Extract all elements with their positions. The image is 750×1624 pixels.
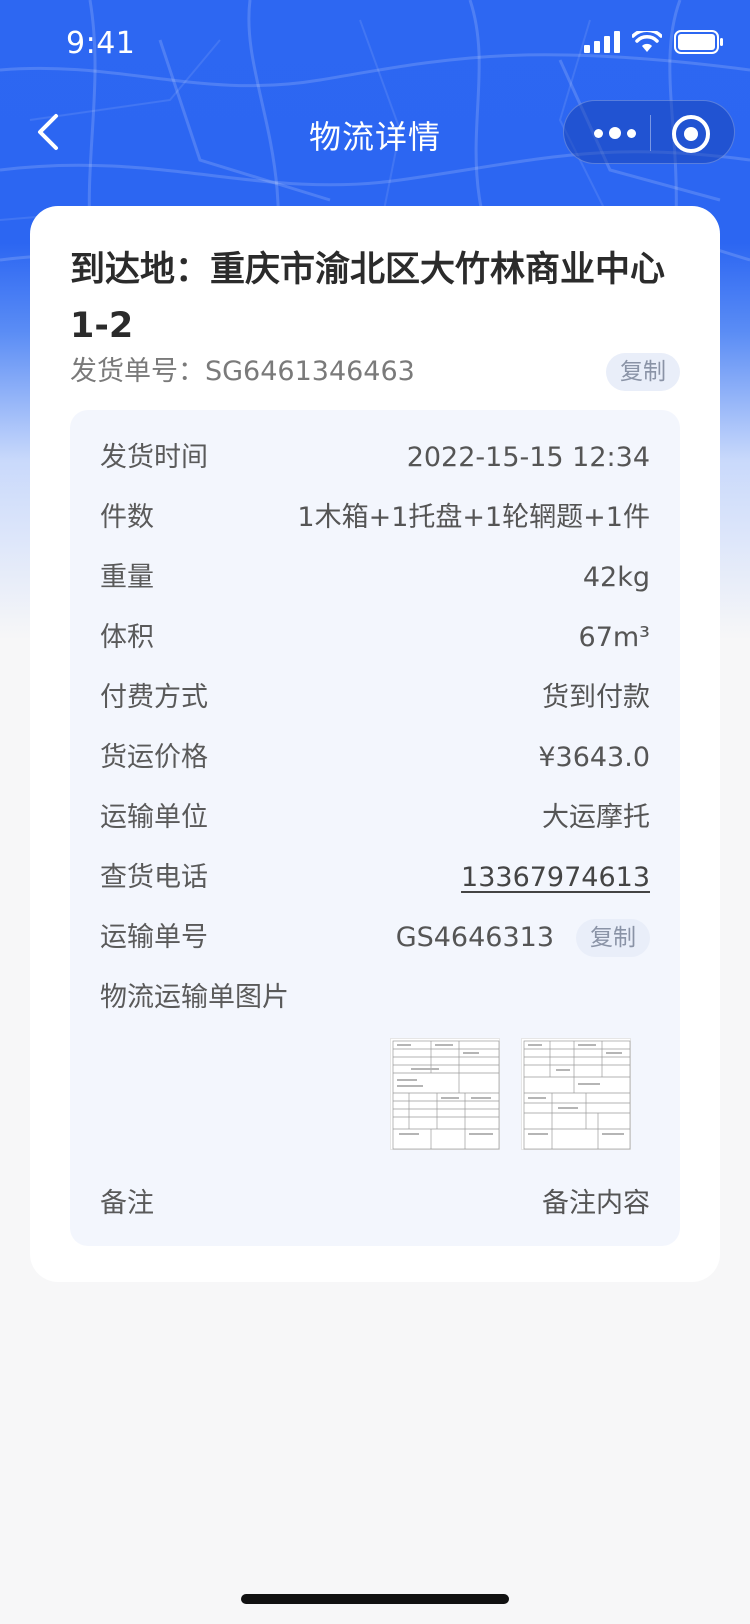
waybill-form-image <box>523 1040 631 1150</box>
signal-icon <box>584 31 620 53</box>
more-dots-icon <box>594 128 603 138</box>
more-button[interactable] <box>590 119 640 147</box>
detail-label: 发货时间 <box>100 442 208 473</box>
detail-label: 重量 <box>100 562 154 593</box>
detail-row-remark: 备注 备注内容 <box>100 1184 650 1224</box>
copy-order-button[interactable]: 复制 <box>606 353 680 391</box>
details-panel: 发货时间 2022-15-15 12:34 件数 1木箱+1托盘+1轮辋题+1件… <box>70 410 680 1246</box>
detail-value: GS4646313 <box>395 922 554 953</box>
mini-program-capsule <box>563 100 735 164</box>
detail-row-phone: 查货电话 13367974613 <box>100 858 650 898</box>
waybill-value-group: GS4646313 复制 <box>396 918 650 958</box>
copy-waybill-button[interactable]: 复制 <box>576 919 650 957</box>
detail-value: 1木箱+1托盘+1轮辋题+1件 <box>297 502 650 533</box>
detail-label: 运输单号 <box>100 922 208 953</box>
detail-label: 体积 <box>100 622 154 653</box>
detail-row-price: 货运价格 ¥3643.0 <box>100 738 650 778</box>
waybill-image-thumbnail[interactable] <box>521 1038 631 1150</box>
detail-row-images: 物流运输单图片 <box>100 978 650 1018</box>
home-indicator <box>241 1594 509 1604</box>
order-number-label: 发货单号： <box>70 356 205 387</box>
detail-value: 2022-15-15 12:34 <box>406 442 650 473</box>
phone-link[interactable]: 13367974613 <box>461 858 650 898</box>
detail-row-pieces: 件数 1木箱+1托盘+1轮辋题+1件 <box>100 498 650 538</box>
detail-label: 查货电话 <box>100 862 208 893</box>
detail-label: 付费方式 <box>100 682 208 713</box>
capsule-divider <box>650 115 651 151</box>
detail-label: 运输单位 <box>100 802 208 833</box>
detail-value: ¥3643.0 <box>538 742 650 773</box>
detail-value: 备注内容 <box>542 1188 650 1219</box>
status-icons <box>584 30 724 54</box>
order-number-value: SG6461346463 <box>205 356 415 387</box>
detail-value: 货到付款 <box>542 682 650 713</box>
more-dots-icon <box>627 128 636 138</box>
close-target-icon[interactable] <box>672 115 710 153</box>
navigation-bar: 物流详情 <box>0 100 750 164</box>
detail-label: 物流运输单图片 <box>100 982 289 1013</box>
shipment-card: 到达地：重庆市渝北区大竹林商业中心1-2 发货单号：SG6461346463 复… <box>30 206 720 1282</box>
status-bar: 9:41 <box>0 0 750 88</box>
status-time: 9:41 <box>66 26 136 61</box>
detail-row-carrier: 运输单位 大运摩托 <box>100 798 650 838</box>
detail-row-weight: 重量 42kg <box>100 558 650 598</box>
order-number-line: 发货单号：SG6461346463 复制 <box>70 352 680 392</box>
detail-label: 备注 <box>100 1188 154 1219</box>
battery-icon <box>674 30 723 54</box>
detail-label: 货运价格 <box>100 742 208 773</box>
detail-value: 42kg <box>582 562 650 593</box>
detail-value: 67m³ <box>578 622 650 653</box>
detail-value: 大运摩托 <box>542 802 650 833</box>
waybill-form-image <box>392 1040 500 1150</box>
detail-row-waybill: 运输单号 GS4646313 复制 <box>100 918 650 958</box>
more-dots-icon <box>609 127 621 139</box>
detail-row-volume: 体积 67m³ <box>100 618 650 658</box>
detail-row-ship-time: 发货时间 2022-15-15 12:34 <box>100 438 650 478</box>
wifi-icon <box>632 31 662 52</box>
destination-title: 到达地：重庆市渝北区大竹林商业中心1-2 <box>70 250 666 346</box>
detail-row-payment: 付费方式 货到付款 <box>100 678 650 718</box>
detail-label: 件数 <box>100 502 154 533</box>
waybill-image-thumbnail[interactable] <box>390 1038 500 1150</box>
